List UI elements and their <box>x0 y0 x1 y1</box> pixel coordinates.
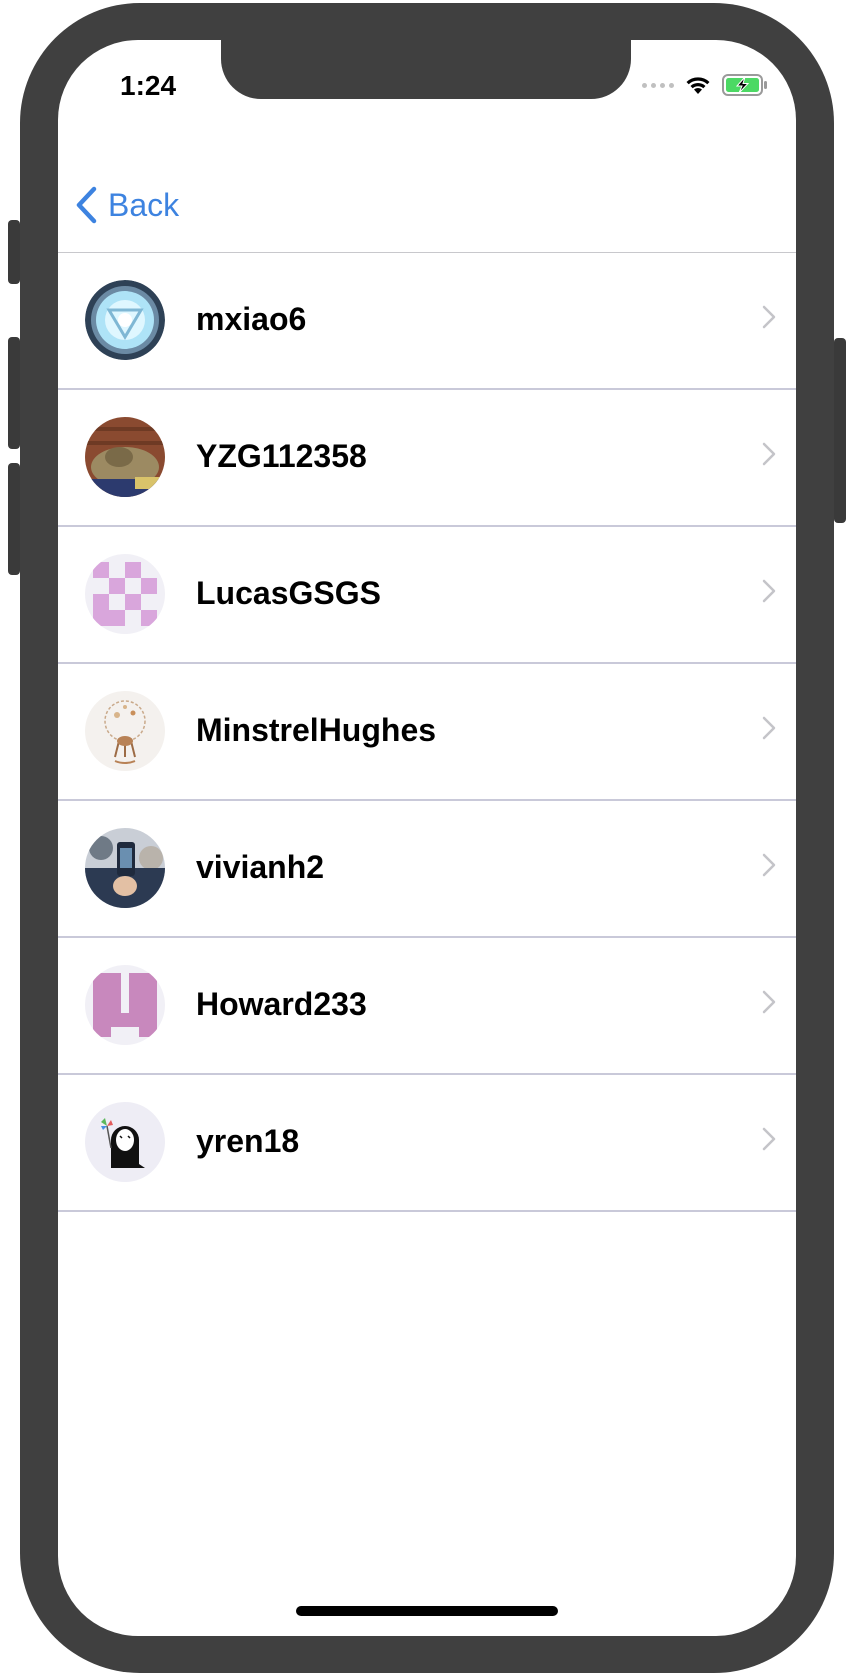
username: MinstrelHughes <box>196 712 437 748</box>
wifi-icon <box>686 77 710 94</box>
chevron-right-icon <box>762 305 776 329</box>
notch <box>221 40 631 99</box>
list-item[interactable]: yren18 <box>58 1075 796 1212</box>
photo-hand-avatar <box>85 828 165 908</box>
username: vivianh2 <box>196 849 325 885</box>
username: yren18 <box>196 1123 300 1159</box>
battery-charging-icon <box>722 74 767 96</box>
deer-illustration-avatar <box>85 691 165 771</box>
chevron-right-icon <box>762 853 776 877</box>
cat-photo-avatar <box>85 417 165 497</box>
username: YZG112358 <box>196 438 367 474</box>
pink-block-avatar <box>85 965 165 1045</box>
screen: 1:24 Back mxiao6 YZG112358 LucasGSGS Min… <box>58 40 796 1636</box>
pink-pattern-avatar <box>85 554 165 634</box>
chevron-right-icon <box>762 716 776 740</box>
cellular-signal-icon <box>642 82 674 88</box>
status-icons <box>642 74 768 96</box>
list-item[interactable]: MinstrelHughes <box>58 664 796 801</box>
list-item[interactable]: Howard233 <box>58 938 796 1075</box>
side-button-volume-down <box>8 463 20 575</box>
username: Howard233 <box>196 986 367 1022</box>
chevron-right-icon <box>762 442 776 466</box>
chevron-right-icon <box>762 579 776 603</box>
user-list: mxiao6 YZG112358 LucasGSGS MinstrelHughe… <box>58 253 796 1212</box>
status-time: 1:24 <box>120 70 177 101</box>
side-button-power <box>834 338 846 523</box>
chevron-right-icon <box>762 990 776 1014</box>
back-label: Back <box>108 186 180 223</box>
home-indicator[interactable] <box>296 1606 558 1616</box>
list-item[interactable]: LucasGSGS <box>58 527 796 664</box>
ghost-pinwheel-avatar <box>85 1102 165 1182</box>
back-button[interactable]: Back <box>74 186 179 224</box>
chevron-left-icon <box>76 186 97 224</box>
list-item[interactable]: vivianh2 <box>58 801 796 938</box>
username: mxiao6 <box>196 301 307 337</box>
list-item[interactable]: mxiao6 <box>58 253 796 390</box>
navigation-bar: Back <box>58 140 796 253</box>
list-item[interactable]: YZG112358 <box>58 390 796 527</box>
chevron-right-icon <box>762 1127 776 1151</box>
arc-reactor-avatar <box>85 280 165 360</box>
username: LucasGSGS <box>196 575 381 611</box>
side-button-mute <box>8 220 20 284</box>
side-button-volume-up <box>8 337 20 449</box>
